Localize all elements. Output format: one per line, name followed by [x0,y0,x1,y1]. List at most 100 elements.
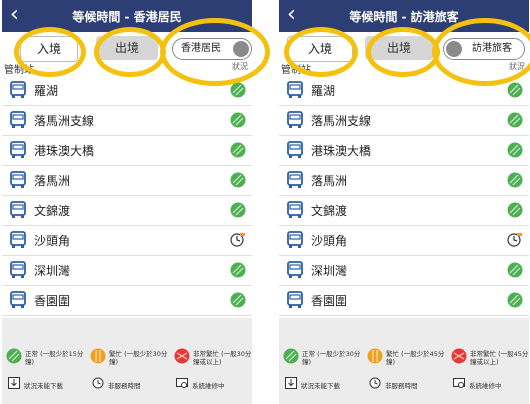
station-row[interactable]: 落馬洲 [279,165,529,196]
normal-status-icon [507,292,523,308]
station-row[interactable]: 文錦渡 [279,195,529,226]
station-row[interactable]: 深圳灣 [2,255,252,286]
app-header: ‹ 等候時間 - 訪港旅客 [279,0,529,32]
station-name: 文錦渡 [311,204,348,218]
busy-status-icon [90,348,106,364]
list-header: 管制站 狀況 [2,62,252,76]
direction-tabs: 入境 出境 訪港旅客 [279,32,529,62]
bus-icon [10,111,26,128]
station-row[interactable]: 港珠澳大橋 [279,135,529,166]
clock-icon [92,377,104,389]
busy-status-icon [367,348,383,364]
bus-icon [287,201,303,218]
station-name: 落馬洲支線 [34,114,95,128]
normal-status-icon [507,202,523,218]
station-name: 香園圍 [311,294,348,308]
station-row[interactable]: 香園圍 [2,285,252,316]
bus-icon [10,261,26,278]
maintenance-icon [176,378,188,388]
bus-icon [287,261,303,278]
bus-icon [287,111,303,128]
station-row[interactable]: 落馬洲 [2,165,252,196]
station-name: 沙頭角 [311,234,348,248]
station-column-label: 管制站 [4,65,34,76]
resident-panel: ‹ 等候時間 - 香港居民 入境 出境 香港居民 管制站 狀況 羅湖落馬洲支線港… [2,0,252,404]
normal-status-icon [507,262,523,278]
station-row[interactable]: 沙頭角 [2,225,252,256]
bus-icon [10,291,26,308]
traveller-type-toggle[interactable]: 訪港旅客 [443,38,525,60]
tab-departure[interactable]: 出境 [96,36,158,60]
status-column-label: 狀況 [509,62,525,71]
station-row[interactable]: 羅湖 [279,75,529,106]
station-name: 香園圍 [34,294,71,308]
station-row[interactable]: 落馬洲支線 [279,105,529,136]
normal-status-icon [230,112,246,128]
toggle-knob [233,41,249,57]
download-icon [285,377,297,389]
clock-status-icon [507,233,522,247]
station-name: 落馬洲 [34,174,71,188]
station-row[interactable]: 香園圍 [279,285,529,316]
bus-icon [287,291,303,308]
station-name: 深圳灣 [34,264,71,278]
bus-icon [287,81,303,98]
normal-status-icon [507,172,523,188]
clock-icon [369,377,381,389]
clock-status-icon [230,233,245,247]
traveller-type-toggle[interactable]: 香港居民 [172,38,252,60]
station-row[interactable]: 落馬洲支線 [2,105,252,136]
station-name: 落馬洲支線 [311,114,372,128]
station-name: 文錦渡 [34,204,71,218]
normal-status-icon [283,348,299,364]
station-row[interactable]: 羅湖 [2,75,252,106]
bus-icon [10,201,26,218]
page-title: 等候時間 - 訪港旅客 [349,10,459,24]
normal-status-icon [6,348,22,364]
station-name: 港珠澳大橋 [34,144,95,158]
bus-icon [10,231,26,248]
tab-arrival[interactable]: 入境 [20,36,78,62]
direction-tabs: 入境 出境 香港居民 [2,32,252,62]
station-name: 深圳灣 [311,264,348,278]
station-column-label: 管制站 [281,65,311,76]
normal-status-icon [507,82,523,98]
toggle-knob [446,41,462,57]
download-icon [8,377,20,389]
app-header: ‹ 等候時間 - 香港居民 [2,0,252,32]
tab-departure[interactable]: 出境 [365,36,433,60]
very-busy-status-icon [451,348,467,364]
toggle-label: 訪港旅客 [472,43,512,54]
normal-status-icon [230,142,246,158]
station-name: 羅湖 [311,84,336,98]
station-row[interactable]: 深圳灣 [279,255,529,286]
tab-arrival[interactable]: 入境 [287,36,353,62]
toggle-label: 香港居民 [181,43,221,54]
station-row[interactable]: 港珠澳大橋 [2,135,252,166]
maintenance-icon [453,378,465,388]
station-name: 落馬洲 [311,174,348,188]
legend-area: 正常 (一般少於15分鐘) 繁忙 (一般少於30分鐘) 非常繁忙 (一般30分鐘… [2,318,252,404]
station-name: 港珠澳大橋 [311,144,372,158]
bus-icon [287,171,303,188]
page-title: 等候時間 - 香港居民 [72,10,182,24]
bus-icon [287,141,303,158]
legend-area: 正常 (一般少於30分鐘) 繁忙 (一般少於45分鐘) 非常繁忙 (一般45分鐘… [279,318,529,404]
normal-status-icon [230,82,246,98]
normal-status-icon [230,202,246,218]
station-row[interactable]: 文錦渡 [2,195,252,226]
station-row[interactable]: 沙頭角 [279,225,529,256]
status-column-label: 狀況 [232,62,248,71]
list-header: 管制站 狀況 [279,62,529,76]
normal-status-icon [507,112,523,128]
normal-status-icon [230,262,246,278]
station-name: 羅湖 [34,84,59,98]
bus-icon [287,231,303,248]
station-name: 沙頭角 [34,234,71,248]
normal-status-icon [507,142,523,158]
normal-status-icon [230,172,246,188]
bus-icon [10,141,26,158]
normal-status-icon [230,292,246,308]
bus-icon [10,171,26,188]
bus-icon [10,81,26,98]
